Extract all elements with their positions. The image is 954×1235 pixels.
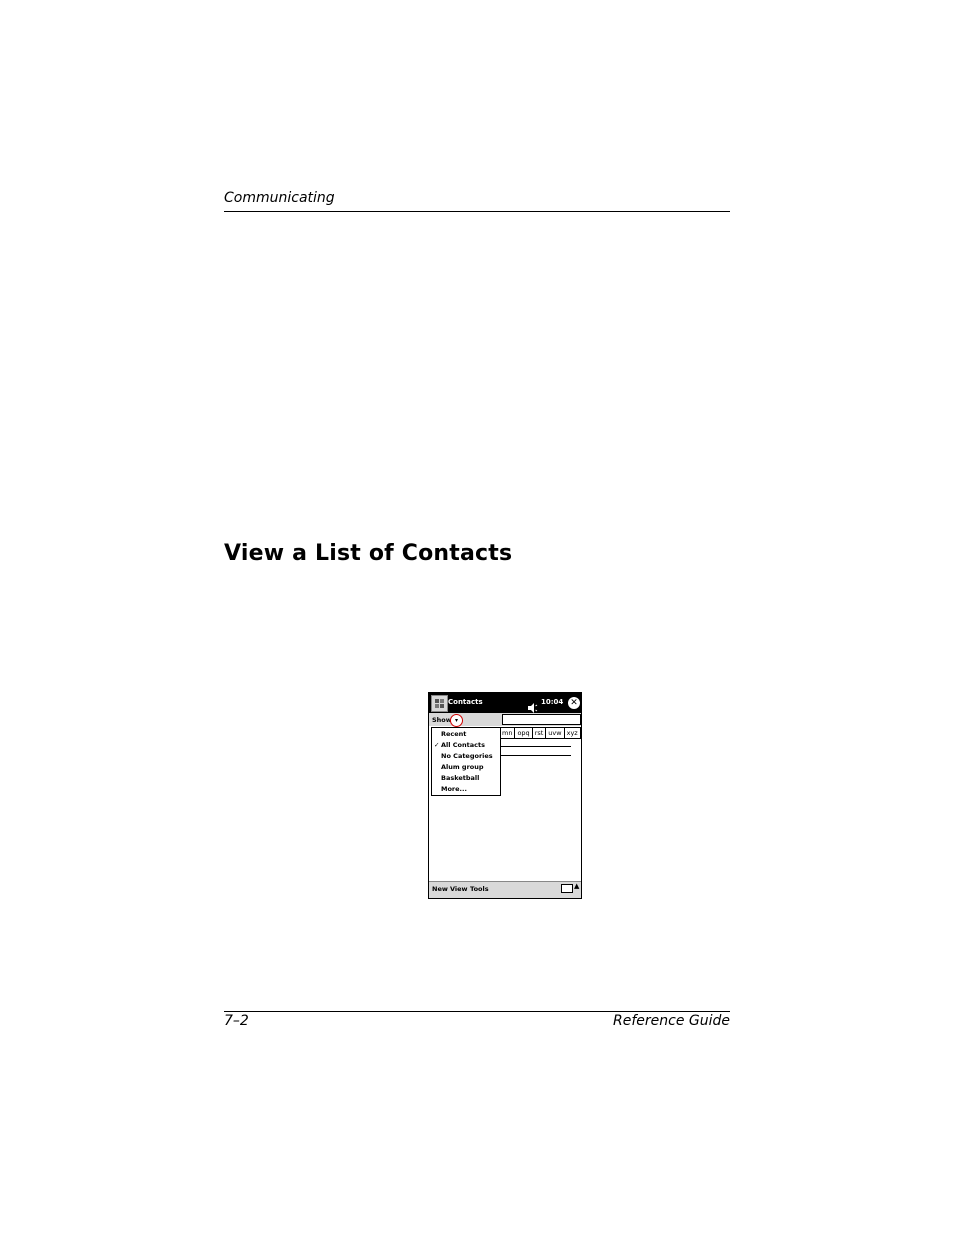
clock[interactable]: 10:04 <box>541 698 563 706</box>
app-title: Contacts <box>448 698 483 706</box>
menu-item-no-categories[interactable]: No Categories <box>441 752 493 760</box>
menu-item-all-contacts[interactable]: All Contacts <box>441 741 485 749</box>
keyboard-icon[interactable] <box>561 884 573 893</box>
menu-item-recent[interactable]: Recent <box>441 730 466 738</box>
contacts-screenshot: Contacts 10:04 ✕ Show ▾ mn opq rst uvw x… <box>428 692 582 899</box>
running-header: Communicating <box>224 190 335 206</box>
abc-tab[interactable]: opq <box>515 727 533 739</box>
section-heading: View a List of Contacts <box>224 541 513 566</box>
view-menu[interactable]: View <box>450 885 468 893</box>
alphabet-tabs: mn opq rst uvw xyz <box>499 727 581 739</box>
abc-tab[interactable]: mn <box>499 727 516 739</box>
find-input[interactable] <box>502 714 581 725</box>
show-label: Show <box>432 716 452 724</box>
guide-title: Reference Guide <box>613 1013 730 1029</box>
category-menu: Recent ✓ All Contacts No Categories Alum… <box>431 727 501 796</box>
abc-tab[interactable]: xyz <box>564 727 581 739</box>
list-divider <box>501 746 571 747</box>
abc-tab[interactable]: uvw <box>546 727 565 739</box>
speaker-icon[interactable] <box>528 698 538 713</box>
footer-rule <box>224 1011 730 1012</box>
show-dropdown-arrow-icon[interactable]: ▾ <box>450 714 463 727</box>
new-menu[interactable]: New <box>432 885 448 893</box>
page-number: 7–2 <box>224 1013 249 1029</box>
start-menu-icon[interactable] <box>431 695 448 712</box>
menu-item-alum-group[interactable]: Alum group <box>441 763 484 771</box>
list-divider <box>501 755 571 756</box>
abc-tab[interactable]: rst <box>532 727 547 739</box>
menu-item-more[interactable]: More... <box>441 785 467 793</box>
header-rule <box>224 211 730 212</box>
close-icon[interactable]: ✕ <box>568 697 580 709</box>
menu-item-basketball[interactable]: Basketball <box>441 774 479 782</box>
checkmark-icon: ✓ <box>434 741 440 749</box>
input-arrow-icon[interactable]: ▲ <box>574 882 579 890</box>
tools-menu[interactable]: Tools <box>470 885 489 893</box>
